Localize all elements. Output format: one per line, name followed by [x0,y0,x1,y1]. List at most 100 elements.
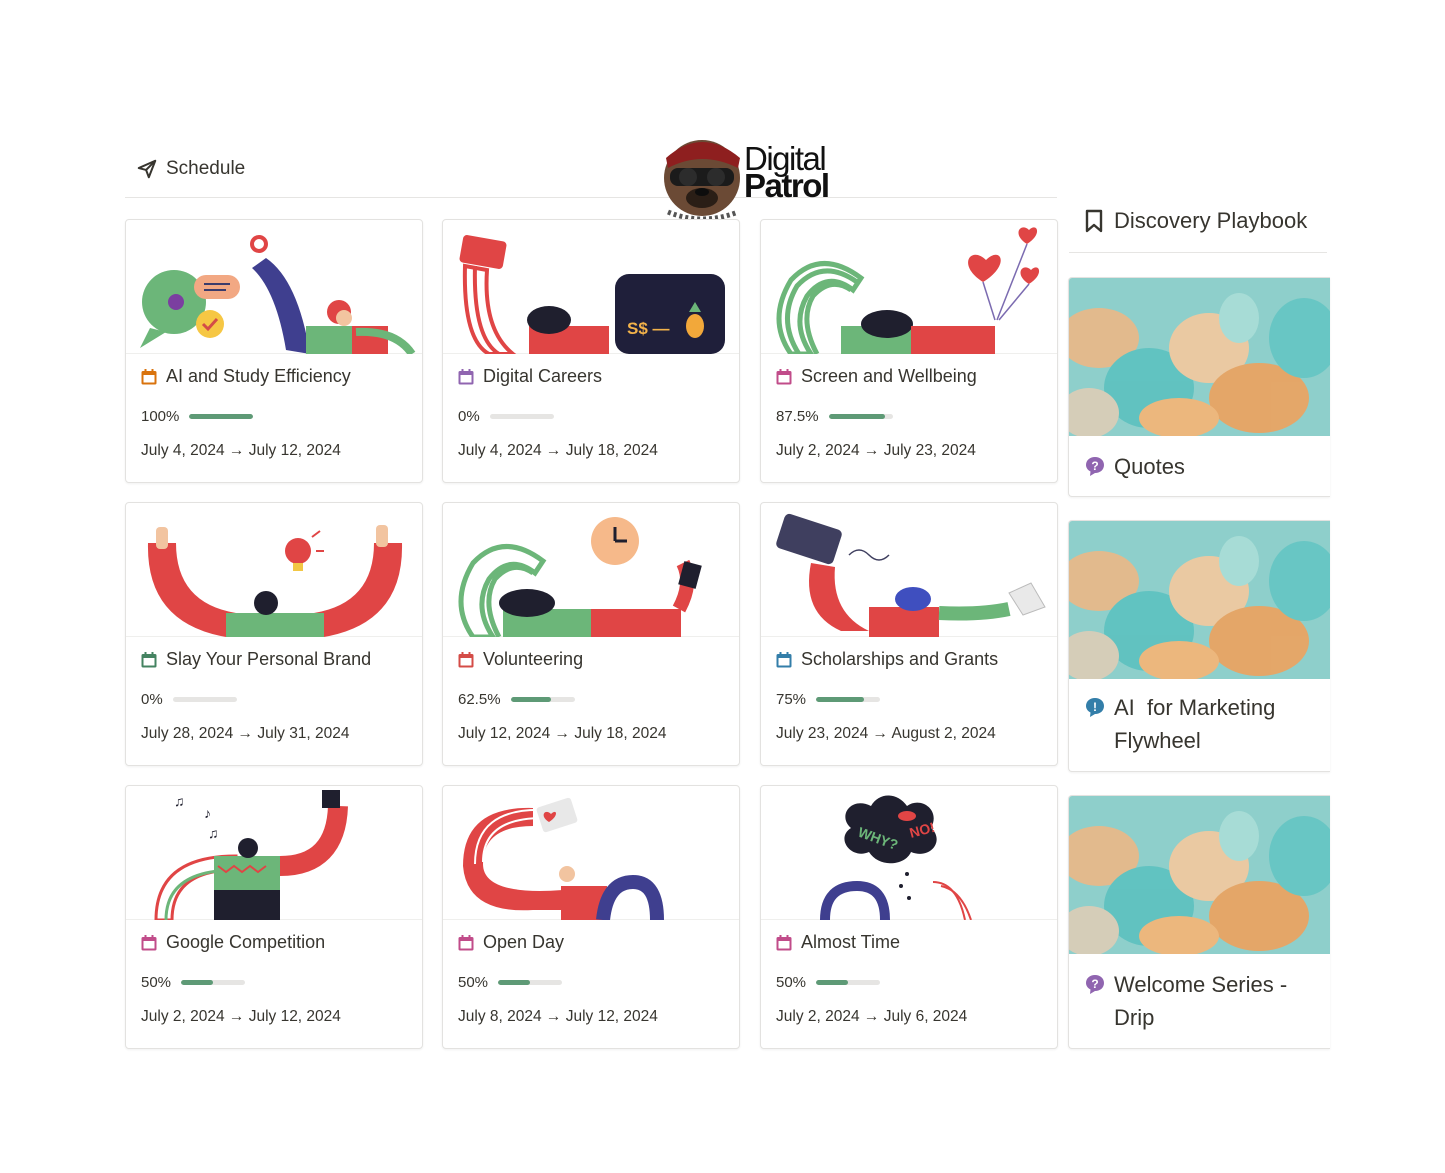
exclamation-bubble-icon: ! [1086,698,1104,717]
question-bubble-icon: ? [1086,457,1104,476]
calendar-icon [141,368,157,384]
date-range: July 12, 2024 → July 18, 2024 [458,725,667,742]
logo-line-2: Patrol [744,167,830,204]
calendar-icon [776,651,792,667]
progress-bar [189,414,254,419]
schedule-card[interactable]: Slay Your Personal Brand 0% July 28, 2024 … [125,502,423,766]
discovery-card-quotes[interactable]: ? Quotes [1068,277,1330,497]
progress-row: 50% [776,974,881,991]
card-title: Almost Time [801,932,901,952]
calendar-icon [776,368,792,384]
schedule-divider [125,197,1057,198]
progress-row: 50% [141,974,246,991]
discovery-item-title-line1: Welcome Series - [1114,972,1288,997]
card-title-row: Scholarships and Grants [775,649,998,670]
progress-row: 0% [458,408,554,425]
discovery-title-row: ? Welcome Series - Drip [1084,968,1287,1034]
card-title-row: Slay Your Personal Brand [140,649,371,670]
progress-percent: 0% [458,408,480,425]
card-title-row: Open Day [457,932,564,953]
card-illustration [761,503,1057,637]
discovery-header[interactable]: Discovery Playbook [1084,208,1307,234]
progress-percent: 75% [776,691,807,708]
schedule-header[interactable]: Schedule [136,158,245,180]
paper-plane-icon [137,159,157,179]
schedule-card[interactable]: S$ — Digital Careers 0% July 4, 2024 → July… [442,219,740,483]
card-illustration: ♫ ♪ ♫ [126,786,422,920]
discovery-item-title-line1: AI for Marketing [1114,695,1276,720]
card-title: Digital Careers [483,366,603,386]
svg-text:?: ? [1091,459,1098,473]
discovery-item-title-line2: Flywheel [1114,728,1201,753]
calendar-icon [141,934,157,950]
digital-patrol-logo: Digital Patrol [660,128,850,222]
progress-percent: 62.5% [458,691,501,708]
progress-percent: 0% [141,691,163,708]
card-title: AI and Study Efficiency [166,366,351,386]
progress-bar [172,697,237,702]
progress-percent: 87.5% [776,408,819,425]
progress-bar-fill [828,414,885,419]
smoke-cover-image [1069,796,1330,954]
calendar-icon [776,934,792,950]
date-range: July 2, 2024 → July 23, 2024 [776,442,976,459]
schedule-card[interactable]: AI and Study Efficiency 100% July 4, 2024 … [125,219,423,483]
progress-bar [489,414,554,419]
progress-bar-fill [510,697,551,702]
card-title-row: Almost Time [775,932,900,953]
schedule-card[interactable]: WHY? NO! Almost Time 50% July 2, 2024 → July… [760,785,1058,1049]
card-title-row: Screen and Wellbeing [775,366,977,387]
svg-text:?: ? [1091,977,1098,991]
discovery-card-ai-marketing[interactable]: ! AI for Marketing Flywheel [1068,520,1330,772]
progress-percent: 100% [141,408,180,425]
card-illustration [126,503,422,637]
discovery-divider [1069,252,1327,253]
progress-bar [510,697,575,702]
schedule-card[interactable]: Volunteering 62.5% July 12, 2024 → July 18… [442,502,740,766]
progress-bar-fill [189,414,254,419]
card-illustration: WHY? NO! [761,786,1057,920]
question-bubble-icon: ? [1086,975,1104,994]
progress-row: 0% [141,691,237,708]
progress-bar [181,980,246,985]
card-illustration [761,220,1057,354]
discovery-item-title-line2: Drip [1114,1005,1155,1030]
svg-text:!: ! [1093,700,1097,714]
card-illustration [443,786,739,920]
card-title-row: Digital Careers [457,366,602,387]
date-range: July 28, 2024 → July 31, 2024 [141,725,350,742]
discovery-title-row: ? Quotes [1084,450,1185,483]
schedule-card[interactable]: Scholarships and Grants 75% July 23, 2024 … [760,502,1058,766]
card-title: Volunteering [483,649,584,669]
progress-bar-fill [498,980,531,985]
progress-row: 50% [458,974,563,991]
discovery-title-row: ! AI for Marketing Flywheel [1084,691,1275,757]
svg-text:S$ —: S$ — [627,319,670,338]
svg-text:♪: ♪ [204,805,211,821]
svg-text:♫: ♫ [174,793,185,809]
card-illustration: S$ — [443,220,739,354]
svg-text:♫: ♫ [208,825,219,841]
calendar-icon [458,368,474,384]
date-range: July 4, 2024 → July 18, 2024 [458,442,658,459]
progress-bar-fill [816,697,865,702]
schedule-card[interactable]: Open Day 50% July 8, 2024 → July 12, 2024 [442,785,740,1049]
progress-row: 100% [141,408,254,425]
progress-percent: 50% [458,974,489,991]
card-title: Slay Your Personal Brand [166,649,372,669]
bookmark-icon [1085,209,1103,233]
calendar-icon [458,934,474,950]
schedule-card[interactable]: ♫ ♪ ♫ Google Competition 50% July 2, 2024 → J… [125,785,423,1049]
card-title: Scholarships and Grants [801,649,999,669]
card-title-row: Google Competition [140,932,325,953]
schedule-card[interactable]: Screen and Wellbeing 87.5% July 2, 2024 → … [760,219,1058,483]
calendar-icon [141,651,157,667]
card-title-row: Volunteering [457,649,583,670]
progress-bar-fill [181,980,214,985]
discovery-title: Discovery Playbook [1114,208,1308,233]
discovery-item-title: Quotes [1114,454,1185,479]
discovery-card-welcome-series[interactable]: ? Welcome Series - Drip [1068,795,1330,1049]
card-title: Google Competition [166,932,326,952]
date-range: July 2, 2024 → July 6, 2024 [776,1008,968,1025]
date-range: July 8, 2024 → July 12, 2024 [458,1008,658,1025]
